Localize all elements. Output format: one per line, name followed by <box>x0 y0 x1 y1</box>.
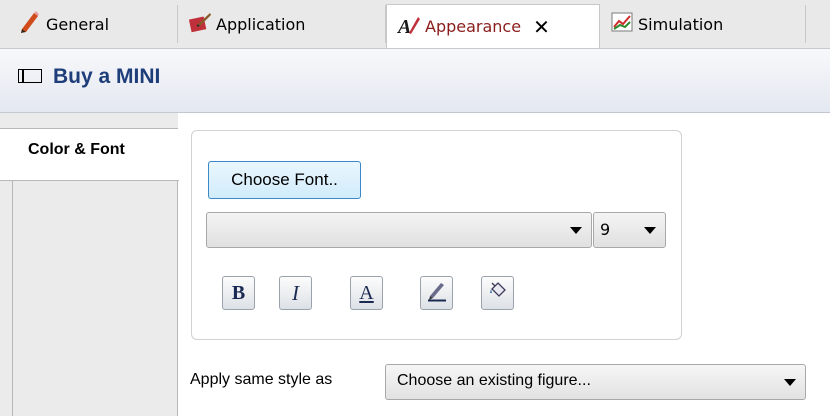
choose-font-button[interactable]: Choose Font.. <box>208 161 361 199</box>
tab-label: Simulation <box>638 14 724 34</box>
font-size-dropdown[interactable]: 9 <box>593 212 666 248</box>
chevron-down-icon <box>644 227 656 234</box>
line-color-icon <box>426 280 448 306</box>
close-icon[interactable]: ✕ <box>533 15 550 39</box>
font-color-icon: A <box>359 281 374 304</box>
tab-label: Application <box>216 14 306 34</box>
line-color-button[interactable] <box>420 276 453 310</box>
properties-title-bar: Buy a MINI <box>0 49 830 113</box>
svg-text:A: A <box>397 16 411 37</box>
simulation-chart-icon <box>610 10 634 38</box>
apply-style-label: Apply same style as <box>190 371 333 388</box>
tab-label: Appearance <box>425 17 522 36</box>
figure-frame-icon <box>18 69 42 83</box>
bold-button[interactable]: B <box>222 276 255 310</box>
fill-color-button[interactable] <box>481 276 514 310</box>
fill-color-icon <box>487 280 509 306</box>
side-tab-color-font[interactable]: Color & Font <box>0 129 179 181</box>
tab-simulation[interactable]: Simulation <box>600 5 806 43</box>
bold-icon: B <box>231 281 246 304</box>
font-size-value: 9 <box>600 220 611 239</box>
application-icon <box>188 10 212 38</box>
existing-figure-dropdown[interactable]: Choose an existing figure... <box>385 364 806 400</box>
vertical-tab-sidebar: Color & Font <box>0 113 179 416</box>
tab-general[interactable]: General <box>8 5 178 43</box>
italic-button[interactable]: I <box>279 276 312 310</box>
page-title: Buy a MINI <box>53 65 161 88</box>
tab-application[interactable]: Application <box>178 5 386 43</box>
font-color-button[interactable]: A <box>350 276 383 310</box>
pencil-icon <box>18 10 42 38</box>
font-name-dropdown[interactable] <box>206 212 592 248</box>
tab-appearance[interactable]: A Appearance ✕ <box>386 4 600 48</box>
editor-tab-bar: General Application A Appearance ✕ Simul… <box>0 0 830 49</box>
existing-figure-value: Choose an existing figure... <box>397 372 591 389</box>
appearance-icon: A <box>396 13 421 41</box>
italic-icon: I <box>292 280 299 305</box>
tab-label: General <box>46 14 110 34</box>
chevron-down-icon <box>784 379 796 386</box>
side-tab-label: Color & Font <box>28 141 125 158</box>
sidebar-top-strip <box>0 113 178 129</box>
chevron-down-icon <box>570 227 582 234</box>
